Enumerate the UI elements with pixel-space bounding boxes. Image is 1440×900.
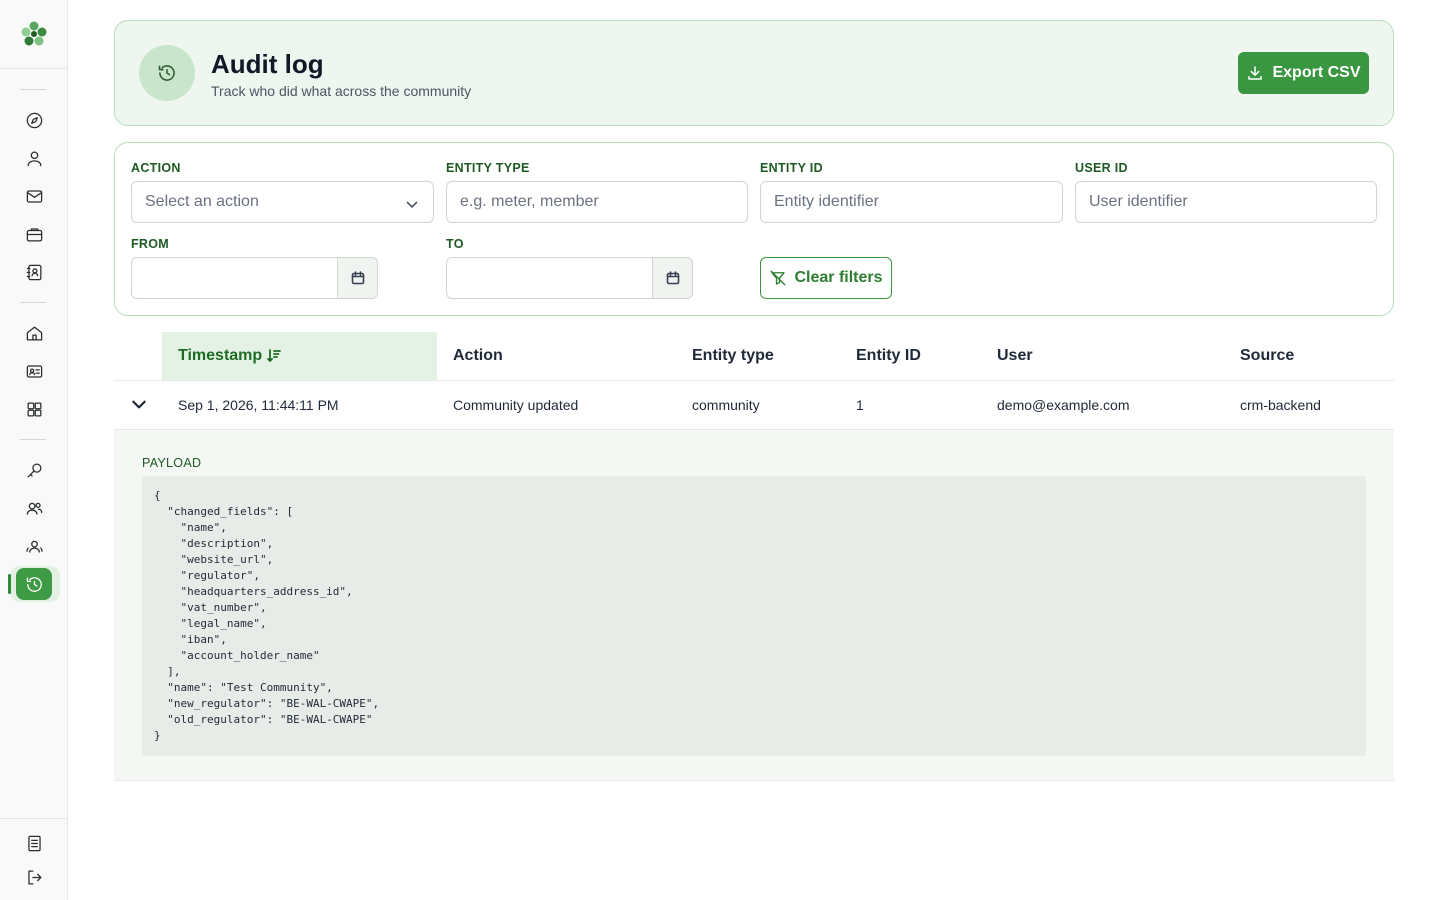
compass-icon[interactable] [16, 104, 52, 136]
home-icon[interactable] [16, 317, 52, 349]
to-label: TO [446, 237, 464, 251]
cell-timestamp: Sep 1, 2026, 11:44:11 PM [178, 397, 339, 413]
download-icon [1248, 66, 1263, 80]
sidebar [0, 0, 68, 900]
active-nav-indicator [8, 574, 11, 594]
key-icon[interactable] [16, 454, 52, 486]
chevron-down-icon [132, 400, 146, 409]
cell-entity-id: 1 [856, 397, 864, 413]
column-action[interactable]: Action [453, 347, 503, 365]
calendar-icon [666, 271, 679, 285]
filter-off-icon [771, 270, 786, 286]
sidebar-divider [0, 818, 67, 819]
action-select-value: Select an action [145, 193, 259, 210]
from-calendar-button[interactable] [338, 257, 378, 299]
column-timestamp[interactable]: Timestamp [178, 347, 282, 365]
column-source[interactable]: Source [1240, 347, 1294, 365]
column-entity-type[interactable]: Entity type [692, 347, 774, 365]
history-icon [139, 45, 195, 101]
from-date-field [131, 257, 378, 299]
page-header: Audit log Track who did what across the … [114, 20, 1394, 126]
history-icon[interactable] [16, 568, 52, 600]
export-csv-button[interactable]: Export CSV [1238, 52, 1369, 94]
row-details: PAYLOAD { "changed_fields": [ "name", "d… [114, 430, 1394, 781]
calendar-icon [351, 271, 364, 285]
chevron-down-icon [406, 201, 418, 209]
logo-icon[interactable] [20, 20, 48, 48]
to-date-field [446, 257, 693, 299]
user-icon[interactable] [16, 142, 52, 174]
cell-source: crm-backend [1240, 397, 1321, 413]
expand-row-button[interactable] [128, 393, 150, 415]
mail-icon[interactable] [16, 180, 52, 212]
cell-user: demo@example.com [997, 397, 1130, 413]
users-icon[interactable] [16, 492, 52, 524]
export-csv-label: Export CSV [1272, 64, 1361, 81]
payload-code-block: { "changed_fields": [ "name", "descripti… [142, 476, 1366, 756]
sidebar-separator [20, 302, 46, 303]
clear-filters-label: Clear filters [794, 269, 883, 286]
action-label: ACTION [131, 161, 181, 175]
clear-filters-button[interactable]: Clear filters [760, 257, 892, 299]
user-id-label: USER ID [1075, 161, 1128, 175]
payload-label: PAYLOAD [142, 456, 202, 470]
from-label: FROM [131, 237, 169, 251]
column-entity-id[interactable]: Entity ID [856, 347, 921, 365]
table-row[interactable]: Sep 1, 2026, 11:44:11 PM Community updat… [114, 381, 1394, 430]
cell-entity-type: community [692, 397, 760, 413]
payload-json: { "changed_fields": [ "name", "descripti… [154, 489, 380, 742]
entity-type-label: ENTITY TYPE [446, 161, 530, 175]
table-header: Timestamp Action Entity type Entity ID U… [114, 332, 1394, 381]
user-id-input[interactable]: User identifier [1075, 181, 1377, 223]
briefcase-icon[interactable] [16, 218, 52, 250]
from-date-input[interactable] [131, 257, 338, 299]
group-icon[interactable] [16, 530, 52, 562]
page-subtitle: Track who did what across the community [211, 83, 472, 99]
sort-desc-icon [267, 349, 282, 363]
entity-id-label: ENTITY ID [760, 161, 823, 175]
filters-panel: ACTION Select an action ENTITY TYPE e.g.… [114, 142, 1394, 316]
id-card-icon[interactable] [16, 355, 52, 387]
grid-icon[interactable] [16, 393, 52, 425]
page-title: Audit log [211, 49, 324, 79]
sidebar-divider [0, 68, 67, 69]
contact-book-icon[interactable] [16, 256, 52, 288]
column-user[interactable]: User [997, 347, 1033, 365]
sidebar-separator [20, 89, 46, 90]
document-icon[interactable] [16, 827, 52, 859]
entity-type-input[interactable]: e.g. meter, member [446, 181, 748, 223]
to-date-input[interactable] [446, 257, 653, 299]
to-calendar-button[interactable] [653, 257, 693, 299]
column-timestamp-label: Timestamp [178, 347, 263, 364]
action-select[interactable]: Select an action [131, 181, 434, 223]
sidebar-separator [20, 439, 46, 440]
entity-id-input[interactable]: Entity identifier [760, 181, 1063, 223]
logout-icon[interactable] [16, 861, 52, 893]
cell-action: Community updated [453, 397, 579, 413]
